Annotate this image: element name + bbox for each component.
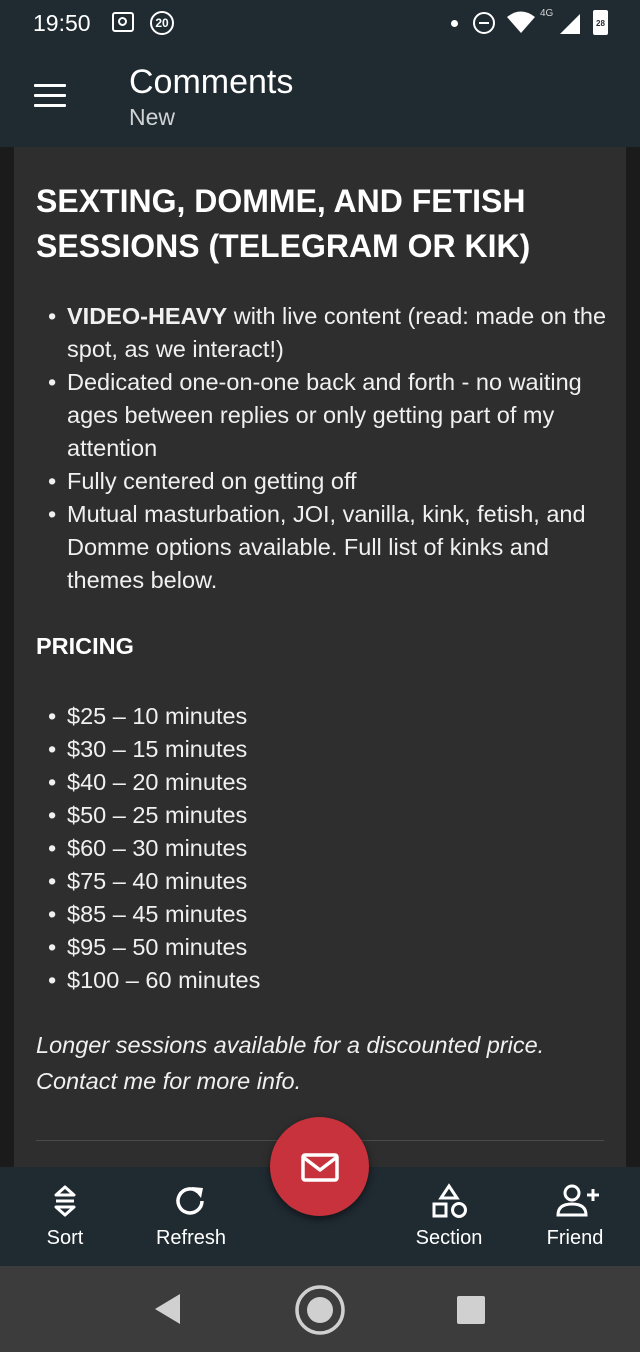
message-fab-button[interactable] <box>270 1117 369 1216</box>
app-bar <box>0 48 640 147</box>
mail-icon <box>301 1153 339 1182</box>
sort-button[interactable]: Sort <box>10 1167 120 1266</box>
list-item-text: Mutual masturbation, JOI, vanilla, kink,… <box>67 501 586 593</box>
screenshot-icon <box>112 12 134 32</box>
sort-label: Sort <box>46 1227 84 1249</box>
network-type: 4G <box>540 8 554 19</box>
page-title: Comments <box>129 63 294 101</box>
back-icon[interactable] <box>150 1290 184 1328</box>
pricing-heading: PRICING <box>36 633 134 659</box>
dot-icon <box>451 20 458 27</box>
pricing-note-line: Longer sessions available for a discount… <box>36 1032 545 1058</box>
post-heading: SEXTING, DOMME, AND FETISH SESSIONS (TEL… <box>36 183 531 264</box>
list-item-text: Fully centered on getting off <box>67 468 357 494</box>
section-label: Section <box>415 1227 483 1249</box>
price-item: $95 – 50 minutes <box>14 931 614 964</box>
sort-icon <box>54 1185 76 1217</box>
add-friend-icon <box>556 1184 599 1217</box>
battery-level: 28 <box>596 19 605 28</box>
pricing-note: Longer sessions available for a discount… <box>36 1027 596 1099</box>
system-navigation-bar <box>0 1266 640 1352</box>
post-content[interactable]: SEXTING, DOMME, AND FETISH SESSIONS (TEL… <box>14 147 626 1167</box>
price-item: $85 – 45 minutes <box>14 898 614 931</box>
pricing-note-line: Contact me for more info. <box>36 1068 302 1094</box>
notification-badge-icon: 20 <box>150 11 174 35</box>
do-not-disturb-icon <box>473 12 495 34</box>
price-item: $40 – 20 minutes <box>14 766 614 799</box>
wifi-icon <box>507 11 535 33</box>
refresh-icon <box>176 1187 204 1215</box>
home-icon[interactable] <box>293 1283 347 1337</box>
recents-icon[interactable] <box>455 1294 487 1326</box>
price-item: $100 – 60 minutes <box>14 964 614 997</box>
price-item: $25 – 10 minutes <box>14 700 614 733</box>
list-item: VIDEO-HEAVY with live content (read: mad… <box>14 300 614 366</box>
refresh-label: Refresh <box>155 1227 227 1249</box>
price-item: $60 – 30 minutes <box>14 832 614 865</box>
list-item-text: Dedicated one-on-one back and forth - no… <box>67 369 582 461</box>
list-item-bold: VIDEO-HEAVY <box>67 303 228 329</box>
list-item: Dedicated one-on-one back and forth - no… <box>14 366 614 465</box>
section-shapes-icon <box>432 1183 467 1218</box>
friend-label: Friend <box>546 1227 604 1249</box>
price-item: $30 – 15 minutes <box>14 733 614 766</box>
signal-icon <box>560 14 580 34</box>
list-item: Mutual masturbation, JOI, vanilla, kink,… <box>14 498 614 597</box>
price-item: $50 – 25 minutes <box>14 799 614 832</box>
price-list: $25 – 10 minutes $30 – 15 minutes $40 – … <box>14 700 614 997</box>
battery-icon: 28 <box>593 10 608 35</box>
status-time: 19:50 <box>33 10 91 36</box>
price-item: $75 – 40 minutes <box>14 865 614 898</box>
section-button[interactable]: Section <box>394 1167 504 1266</box>
hamburger-menu-icon[interactable] <box>34 84 66 108</box>
friend-button[interactable]: Friend <box>520 1167 630 1266</box>
refresh-button[interactable]: Refresh <box>136 1167 246 1266</box>
page-subtitle: New <box>129 104 176 130</box>
list-item: Fully centered on getting off <box>14 465 614 498</box>
feature-list: VIDEO-HEAVY with live content (read: mad… <box>14 300 614 597</box>
